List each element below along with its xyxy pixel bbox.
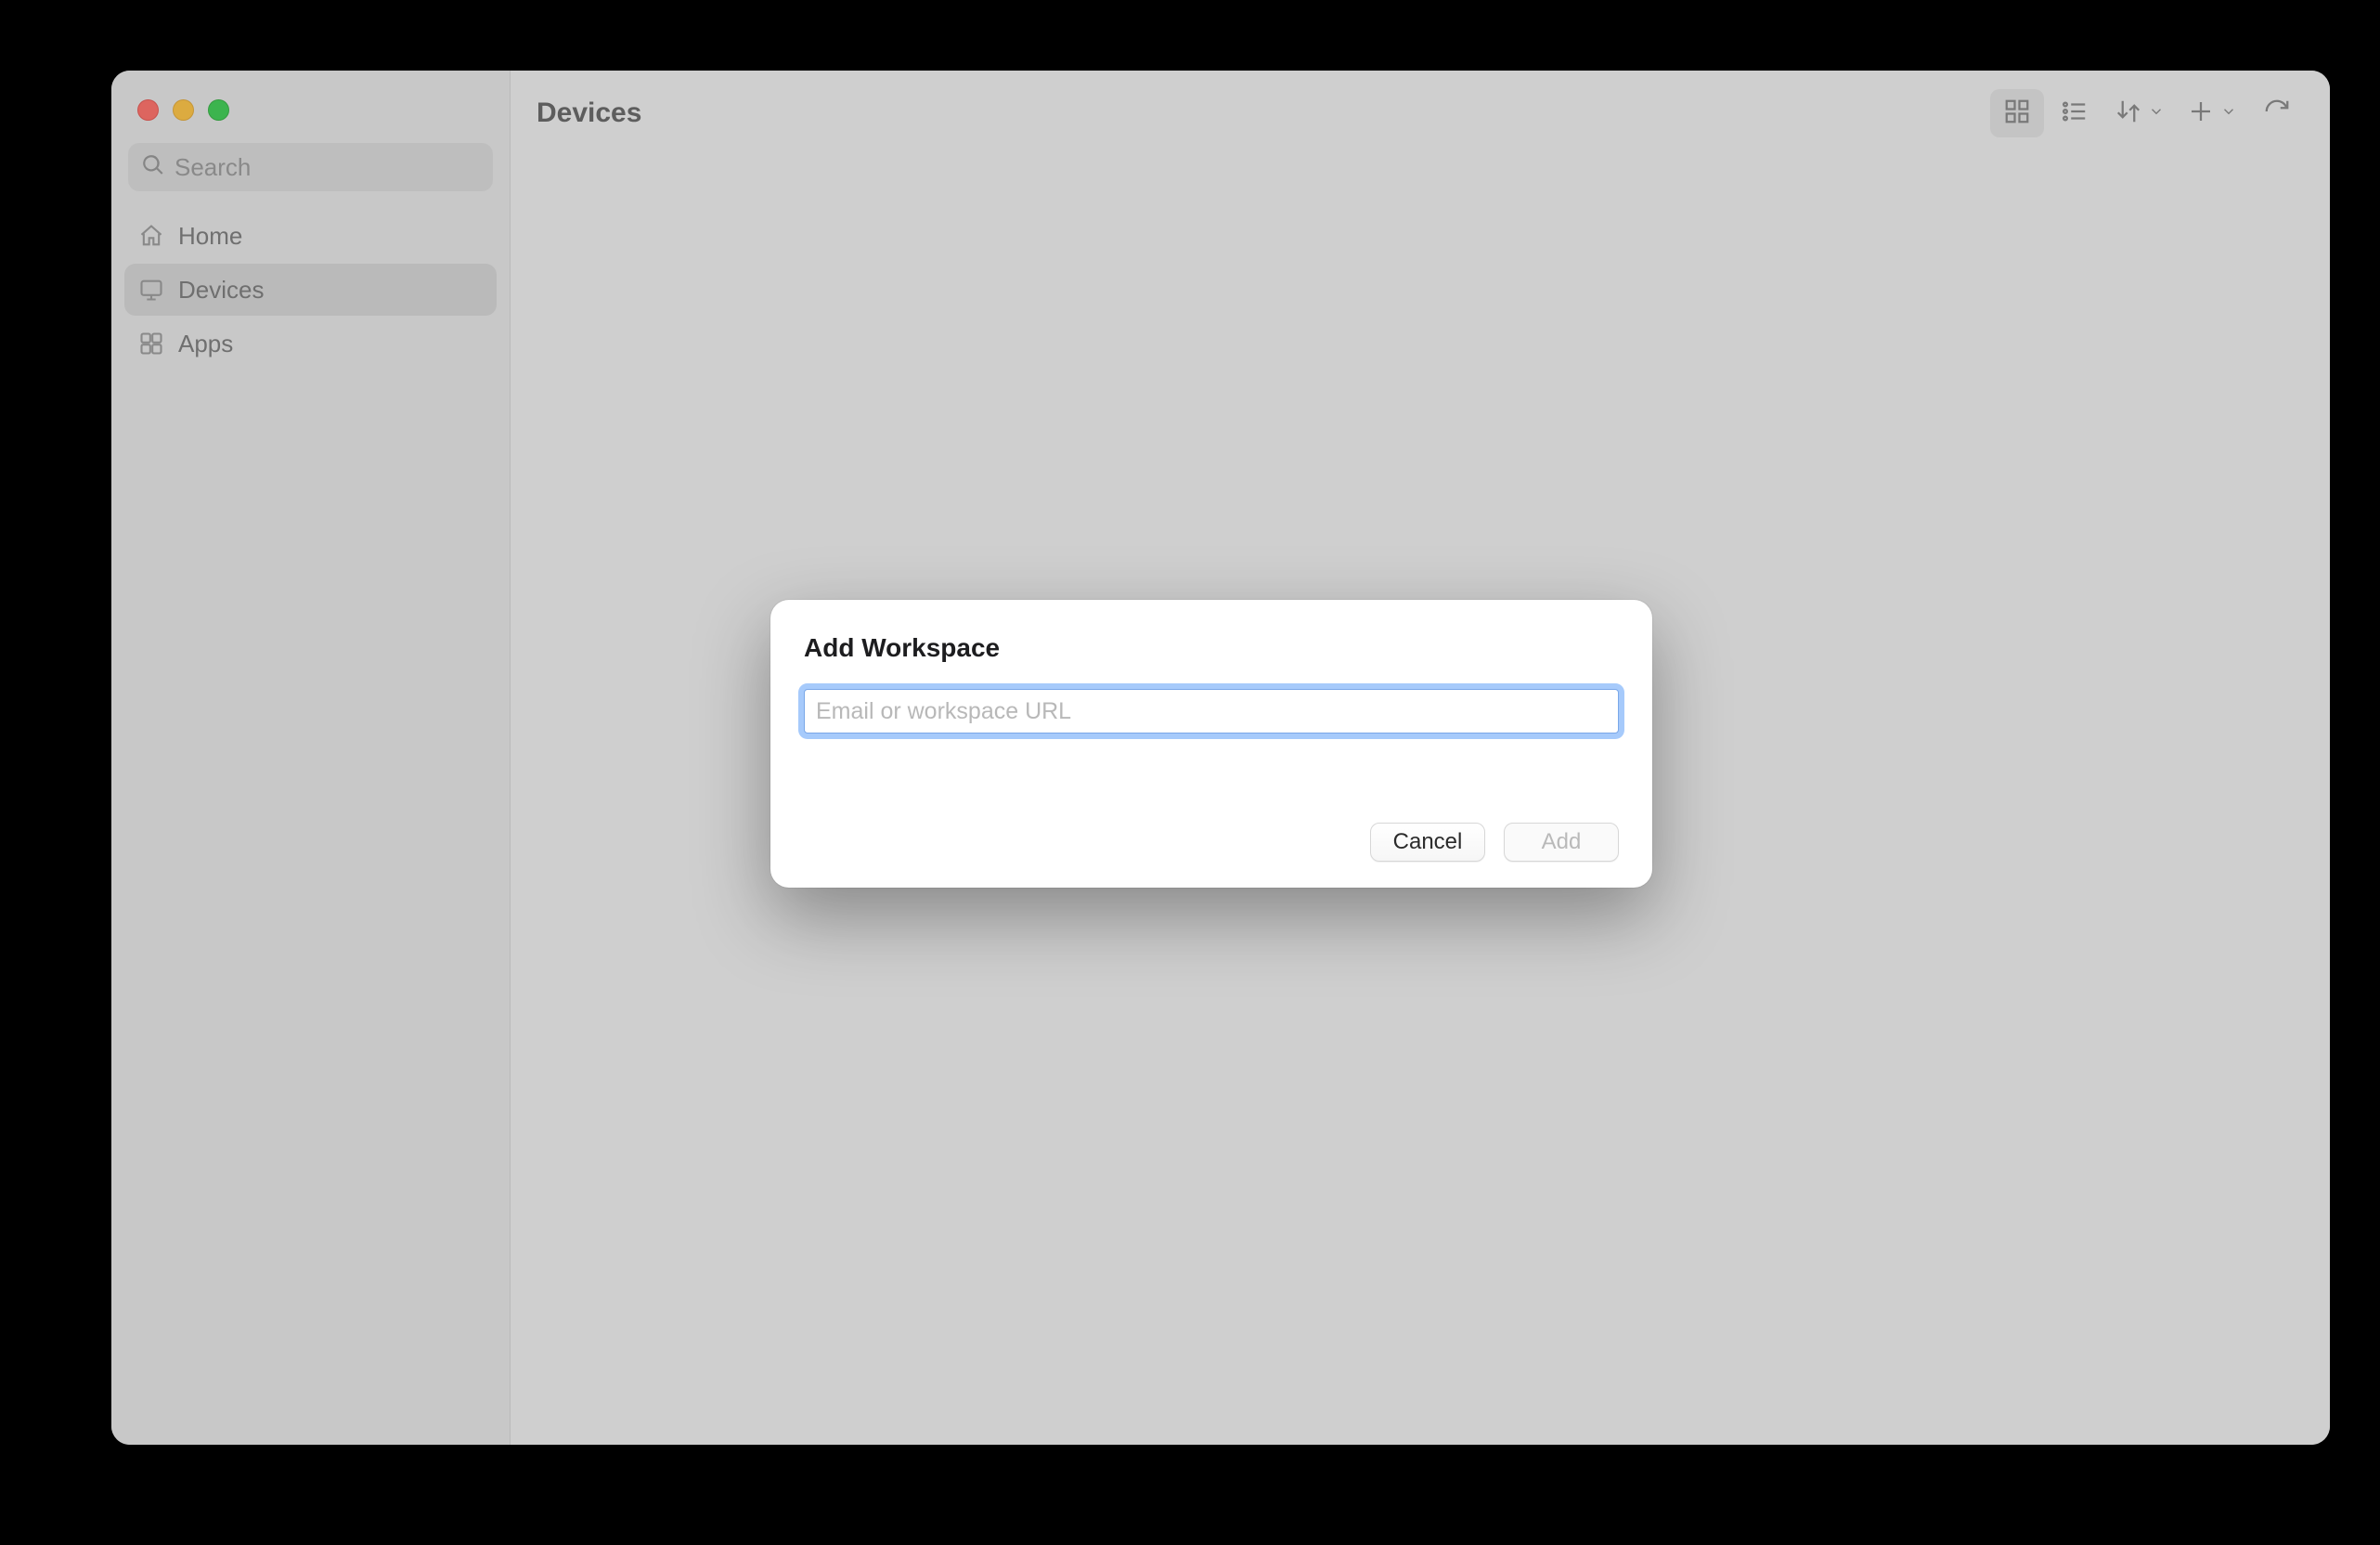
search-field[interactable] bbox=[128, 143, 493, 191]
cancel-button[interactable]: Cancel bbox=[1370, 823, 1485, 862]
sort-icon bbox=[2115, 97, 2142, 130]
sidebar-item-home[interactable]: Home bbox=[124, 210, 497, 262]
sidebar-item-devices[interactable]: Devices bbox=[124, 264, 497, 316]
search-icon bbox=[141, 153, 175, 182]
view-grid-button[interactable] bbox=[1990, 89, 2044, 137]
search-input[interactable] bbox=[175, 153, 480, 182]
chevron-down-icon bbox=[2220, 103, 2237, 124]
sidebar: Home Devices Apps bbox=[111, 71, 511, 1445]
sidebar-item-label: Devices bbox=[178, 276, 264, 305]
plus-icon bbox=[2187, 97, 2215, 130]
sidebar-item-label: Home bbox=[178, 222, 242, 251]
apps-icon bbox=[137, 330, 165, 357]
search-container bbox=[111, 126, 510, 201]
window-zoom-button[interactable] bbox=[208, 99, 229, 121]
workspace-url-input[interactable] bbox=[804, 689, 1619, 734]
sidebar-nav: Home Devices Apps bbox=[111, 201, 510, 379]
add-confirm-button[interactable]: Add bbox=[1504, 823, 1619, 862]
toolbar: Devices bbox=[511, 71, 2330, 156]
add-button[interactable] bbox=[2178, 89, 2246, 137]
dialog-actions: Cancel Add bbox=[804, 823, 1619, 862]
list-icon bbox=[2061, 97, 2089, 130]
view-list-button[interactable] bbox=[2048, 89, 2102, 137]
app-window: Home Devices Apps Devices bbox=[111, 71, 2330, 1445]
display-icon bbox=[137, 276, 165, 304]
sidebar-item-apps[interactable]: Apps bbox=[124, 318, 497, 370]
refresh-button[interactable] bbox=[2250, 89, 2304, 137]
refresh-icon bbox=[2263, 97, 2291, 130]
chevron-down-icon bbox=[2148, 103, 2165, 124]
sort-button[interactable] bbox=[2105, 89, 2174, 137]
toolbar-actions bbox=[1990, 89, 2304, 137]
sidebar-item-label: Apps bbox=[178, 330, 233, 358]
grid-icon bbox=[2003, 97, 2031, 130]
window-close-button[interactable] bbox=[137, 99, 159, 121]
home-icon bbox=[137, 222, 165, 250]
add-workspace-dialog: Add Workspace Cancel Add bbox=[770, 600, 1652, 888]
page-title: Devices bbox=[537, 97, 641, 129]
dialog-title: Add Workspace bbox=[804, 633, 1619, 663]
window-controls bbox=[111, 71, 510, 126]
window-minimize-button[interactable] bbox=[173, 99, 194, 121]
